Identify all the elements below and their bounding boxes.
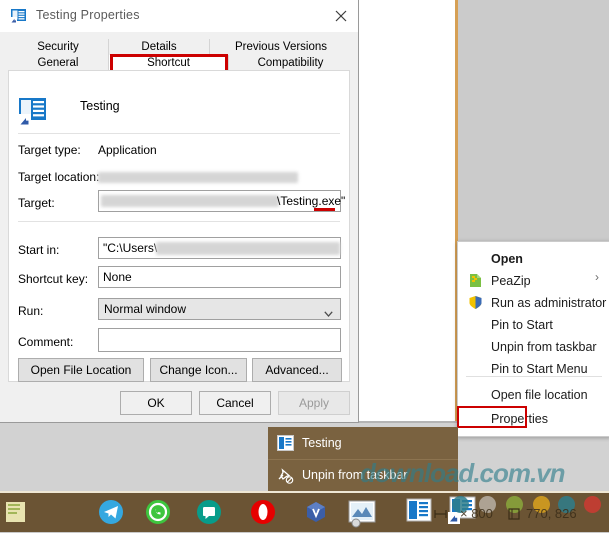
context-menu-item-pin-to-start[interactable]: Pin to Start <box>458 314 609 336</box>
target-value-suffix: \Testing.exe" <box>277 194 346 208</box>
open-file-location-button[interactable]: Open File Location <box>18 358 144 382</box>
measure-icon <box>434 507 448 526</box>
overlay-coords-text: 770, 826 <box>526 506 577 521</box>
close-icon[interactable] <box>325 2 356 30</box>
context-menu-item-open-file-location[interactable]: Open file location <box>458 384 609 406</box>
apply-button: Apply <box>278 391 350 415</box>
desktop-dot-6 <box>584 496 601 513</box>
shortcut-file-icon <box>18 97 49 127</box>
cancel-button[interactable]: Cancel <box>199 391 271 415</box>
advanced-button[interactable]: Advanced... <box>252 358 342 382</box>
start-in-value-prefix: "C:\Users\ <box>103 241 158 255</box>
shortcut-app-name: Testing <box>80 99 120 113</box>
chevron-down-icon <box>324 306 333 317</box>
shield-icon <box>468 295 483 315</box>
unpin-icon <box>276 467 294 489</box>
section-divider <box>18 221 340 222</box>
shortcut-key-input[interactable]: None <box>98 266 341 288</box>
taskbar-top-border <box>0 491 609 493</box>
shortcut-key-label: Shortcut key: <box>18 272 89 286</box>
run-select[interactable]: Normal window <box>98 298 341 320</box>
context-menu-item-unpin-from-taskbar[interactable]: Unpin from taskbar <box>458 336 609 358</box>
target-exe-underline-annotation <box>314 208 335 211</box>
comment-label: Comment: <box>18 335 74 349</box>
ok-button[interactable]: OK <box>120 391 192 415</box>
tab-security[interactable]: Security <box>8 39 109 55</box>
shortcut-properties-icon <box>10 8 27 24</box>
testing-properties-dialog: Testing Properties Security Details Prev… <box>0 0 359 423</box>
virtualbox-icon[interactable] <box>304 500 328 524</box>
coords-icon <box>507 507 521 526</box>
tab-compatibility[interactable]: Compatibility <box>229 55 352 71</box>
tab-row-1: Security Details Previous Versions <box>0 39 358 55</box>
app-window-icon[interactable] <box>406 498 432 523</box>
chevron-right-icon: › <box>595 270 599 284</box>
start-in-input[interactable]: "C:\Users\ <box>98 237 341 259</box>
site-watermark: download.com.vn <box>360 458 566 488</box>
dialog-title: Testing Properties <box>36 8 140 22</box>
start-in-label: Start in: <box>18 243 60 257</box>
run-selected-value: Normal window <box>104 302 187 316</box>
target-type-value: Application <box>98 143 157 157</box>
opera-icon[interactable] <box>251 500 275 524</box>
comment-input[interactable] <box>98 328 341 352</box>
target-input[interactable]: \Testing.exe" <box>98 190 345 212</box>
change-icon-button[interactable]: Change Icon... <box>150 358 247 382</box>
sticky-note-green-icon[interactable] <box>4 500 28 524</box>
target-redacted-path <box>101 195 279 207</box>
target-location-redacted-value <box>98 172 298 183</box>
dialog-titlebar[interactable]: Testing Properties <box>0 0 358 32</box>
header-divider <box>18 133 340 134</box>
peazip-icon <box>468 273 483 293</box>
run-label: Run: <box>18 304 44 318</box>
target-location-label: Target location: <box>18 170 100 184</box>
context-menu-separator <box>466 376 602 377</box>
target-label: Target: <box>18 196 55 210</box>
target-type-label: Target type: <box>18 143 81 157</box>
tab-general[interactable]: General <box>8 55 109 71</box>
tab-details[interactable]: Details <box>109 39 210 55</box>
whatsapp-icon[interactable] <box>146 500 170 524</box>
jump-list-item-testing[interactable]: Testing <box>268 427 458 459</box>
properties-highlight-annotation <box>457 406 527 428</box>
start-in-redacted-path <box>156 242 340 255</box>
paint-icon[interactable] <box>345 498 381 528</box>
context-menu-item-open[interactable]: Open <box>458 248 609 270</box>
shortcut-key-value: None <box>103 270 132 284</box>
tab-previous-versions[interactable]: Previous Versions <box>210 39 352 55</box>
overlay-size-text: × 800 <box>460 506 493 521</box>
app-window-icon <box>277 435 294 456</box>
messaging-icon[interactable] <box>197 500 221 524</box>
telegram-icon[interactable] <box>99 500 123 524</box>
